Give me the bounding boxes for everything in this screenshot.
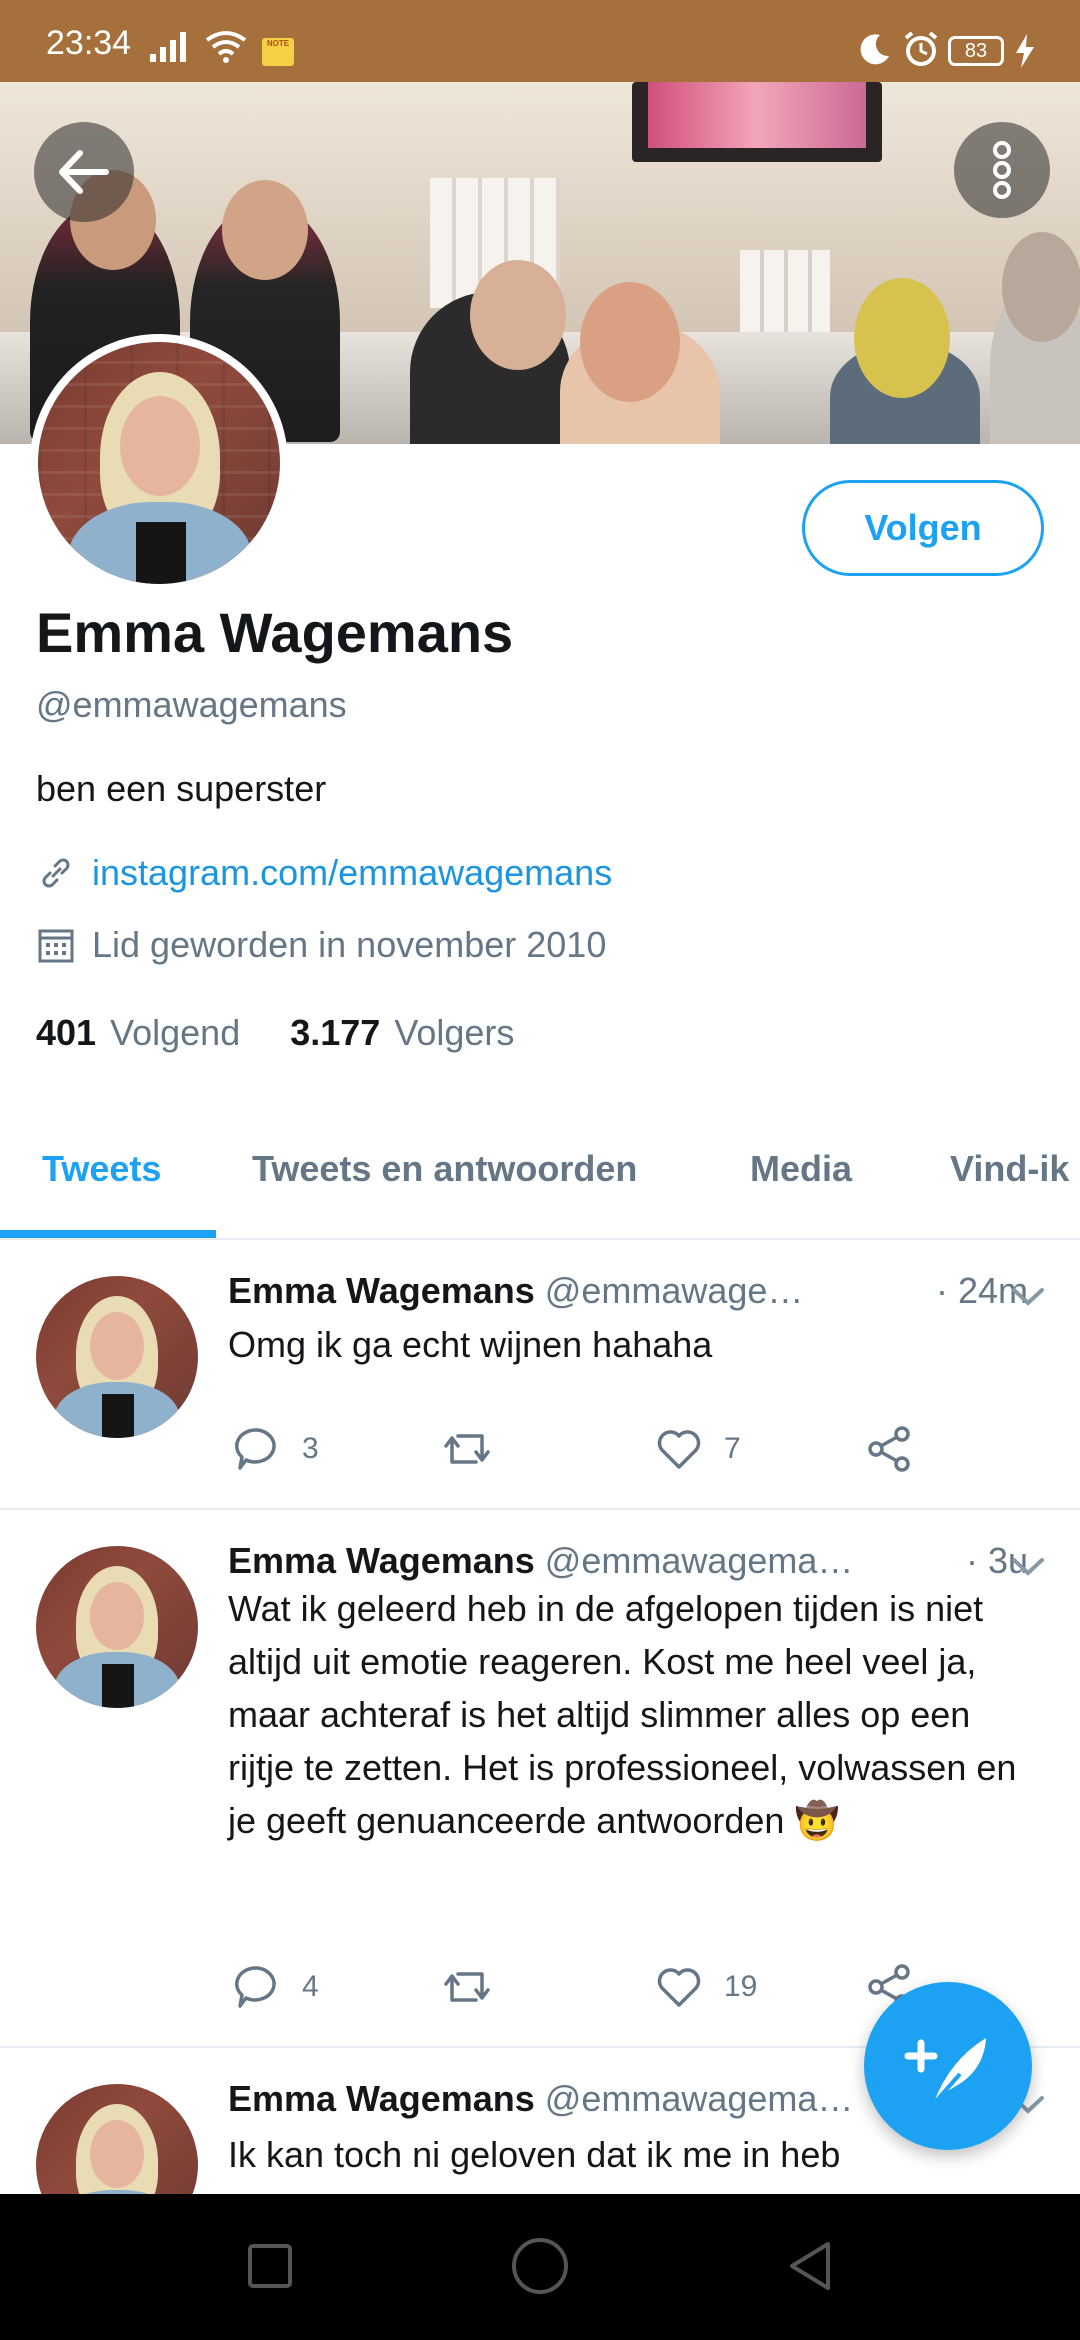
banner-tv-screen bbox=[648, 82, 866, 148]
heart-icon bbox=[657, 1430, 701, 1469]
status-time: 23:34 bbox=[46, 24, 132, 62]
reply-icon bbox=[235, 1428, 276, 1470]
reply-button[interactable]: 4 bbox=[232, 1962, 319, 2012]
followers-count[interactable]: 3.177 bbox=[290, 1012, 380, 1054]
arrow-left-icon bbox=[59, 150, 109, 194]
wifi-icon bbox=[205, 31, 247, 63]
profile-stats: 401 Volgend 3.177 Volgers bbox=[36, 1012, 514, 1054]
tweet-author-name: Emma Wagemans bbox=[228, 1270, 535, 1311]
profile-link-text[interactable]: instagram.com/emmawagemans bbox=[92, 852, 612, 894]
profile-joined-text: Lid geworden in november 2010 bbox=[92, 924, 607, 965]
tweet-avatar[interactable] bbox=[36, 2084, 198, 2194]
banner-face bbox=[470, 260, 566, 370]
status-bar: 23:34 NOTE 83 bbox=[0, 0, 1080, 82]
banner-face bbox=[222, 180, 308, 280]
note-icon: NOTE bbox=[262, 38, 294, 66]
tweet-actions: 3 7 bbox=[232, 1424, 932, 1484]
profile-avatar[interactable] bbox=[30, 334, 288, 592]
heart-icon bbox=[657, 1968, 701, 2007]
tab-tweets[interactable]: Tweets bbox=[42, 1148, 161, 1190]
tweet-author-name: Emma Wagemans bbox=[228, 2078, 535, 2119]
tweet-text: Wat ik geleerd heb in de afgelopen tijde… bbox=[228, 1588, 1017, 1841]
home-icon[interactable] bbox=[510, 2236, 570, 2296]
avatar-top bbox=[102, 1394, 134, 1438]
reply-count: 3 bbox=[302, 1432, 319, 1465]
tweet-actions: 4 19 bbox=[232, 1962, 932, 2022]
compose-tweet-button[interactable] bbox=[864, 1982, 1032, 2150]
back-nav-icon[interactable] bbox=[780, 2236, 840, 2296]
tweet-author-handle: @emmawagema… bbox=[544, 1540, 854, 1581]
reply-count: 4 bbox=[302, 1970, 319, 2003]
profile-tabs: Tweets Tweets en antwoorden Media Vind-i… bbox=[0, 1124, 1080, 1240]
stat-spacer bbox=[240, 1012, 290, 1054]
tweet[interactable]: Emma Wagemans @emmawage… · 24m Omg ik ga… bbox=[0, 1242, 1080, 1510]
profile-bio: ben een superster bbox=[36, 768, 327, 809]
like-button[interactable]: 7 bbox=[654, 1424, 741, 1474]
chevron-down-icon[interactable] bbox=[1010, 1286, 1046, 1308]
signal-icon bbox=[150, 32, 186, 62]
avatar-photo bbox=[38, 342, 280, 584]
profile-handle: @emmawagemans bbox=[36, 684, 347, 725]
followers-label[interactable]: Volgers bbox=[394, 1012, 514, 1054]
tweet-avatar[interactable] bbox=[36, 1546, 198, 1708]
share-button[interactable] bbox=[864, 1424, 934, 1474]
system-nav-bar bbox=[0, 2194, 1080, 2340]
tab-likes[interactable]: Vind-ik bbox=[950, 1148, 1069, 1190]
tweet-author-handle: @emmawage… bbox=[544, 1270, 804, 1311]
like-button[interactable]: 19 bbox=[654, 1962, 757, 2012]
share-icon bbox=[868, 1426, 910, 1472]
chevron-down-icon[interactable] bbox=[1010, 1556, 1046, 1578]
link-icon bbox=[42, 858, 70, 888]
back-button[interactable] bbox=[34, 122, 134, 222]
retweet-icon bbox=[444, 1972, 490, 2002]
retweet-button[interactable] bbox=[442, 1962, 512, 2012]
avatar-top bbox=[136, 522, 186, 584]
more-options-button[interactable] bbox=[954, 122, 1050, 218]
profile-name: Emma Wagemans bbox=[36, 601, 514, 664]
tweet[interactable]: Emma Wagemans @emmawagema… · 3u Wat ik g… bbox=[0, 1512, 1080, 2048]
avatar-face bbox=[90, 2120, 144, 2188]
avatar-face bbox=[120, 396, 200, 496]
reply-icon bbox=[235, 1966, 276, 2008]
retweet-button[interactable] bbox=[442, 1424, 512, 1474]
more-vertical-icon bbox=[993, 141, 1011, 199]
reply-button[interactable]: 3 bbox=[232, 1424, 319, 1474]
tweet-header: Emma Wagemans @emmawagema… · 3u bbox=[228, 1540, 1028, 1582]
calendar-icon bbox=[38, 929, 74, 963]
tweet-header: Emma Wagemans @emmawage… · 24m bbox=[228, 1270, 1028, 1312]
following-count[interactable]: 401 bbox=[36, 1012, 96, 1054]
banner-face bbox=[580, 282, 680, 402]
tweet-avatar[interactable] bbox=[36, 1276, 198, 1438]
tab-media[interactable]: Media bbox=[750, 1148, 852, 1190]
profile-joined: Lid geworden in november 2010 bbox=[36, 924, 606, 966]
profile-website[interactable]: instagram.com/emmawagemans bbox=[36, 852, 612, 894]
recent-apps-icon[interactable] bbox=[240, 2236, 300, 2296]
moon-icon bbox=[860, 34, 889, 65]
avatar-face bbox=[90, 1312, 144, 1380]
tab-active-indicator bbox=[0, 1230, 216, 1238]
banner-face bbox=[1002, 232, 1080, 342]
like-count: 19 bbox=[724, 1970, 758, 2003]
alarm-icon bbox=[904, 31, 938, 66]
avatar-face bbox=[90, 1582, 144, 1650]
tweet-text: Omg ik ga echt wijnen hahaha bbox=[228, 1324, 713, 1365]
charging-icon bbox=[1016, 34, 1034, 68]
compose-feather-icon bbox=[904, 2038, 986, 2110]
retweet-icon bbox=[444, 1434, 490, 1464]
follow-button[interactable]: Volgen bbox=[802, 480, 1044, 576]
tweet-author-name: Emma Wagemans bbox=[228, 1540, 535, 1581]
like-count: 7 bbox=[724, 1432, 741, 1465]
battery-icon: 83 bbox=[948, 36, 1004, 66]
tweet-author-handle: @emmawagema… bbox=[544, 2078, 854, 2119]
avatar-top bbox=[102, 1664, 134, 1708]
tab-tweets-and-replies[interactable]: Tweets en antwoorden bbox=[252, 1148, 637, 1190]
following-label[interactable]: Volgend bbox=[110, 1012, 240, 1054]
banner-face bbox=[854, 278, 950, 398]
